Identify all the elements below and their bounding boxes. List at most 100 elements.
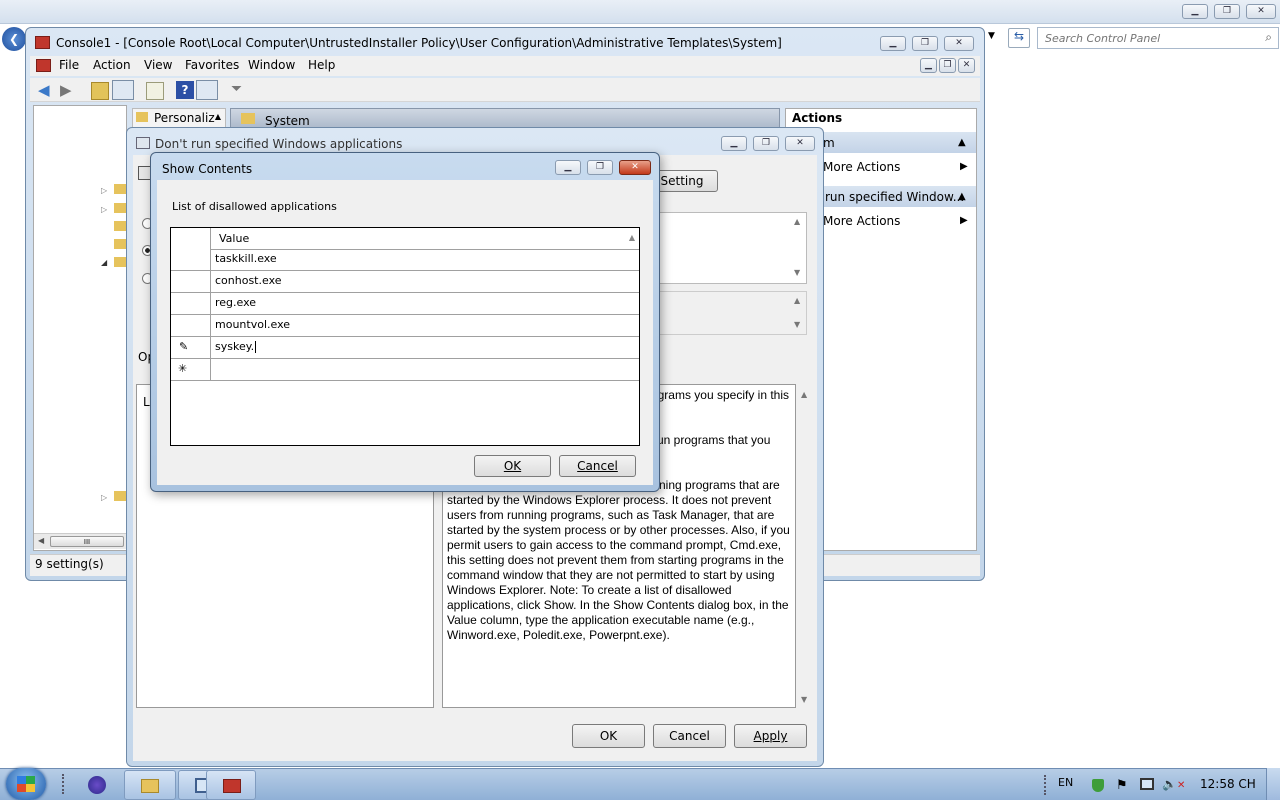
- volume-muted-icon[interactable]: 🔈✕: [1162, 777, 1185, 791]
- policy-cancel-button[interactable]: Cancel: [653, 724, 726, 748]
- policy-ok-button[interactable]: OK: [572, 724, 645, 748]
- table-row[interactable]: reg.exe: [171, 293, 639, 315]
- table-row-new[interactable]: ✳: [171, 359, 639, 381]
- grid-header-row: Value ▲: [171, 228, 639, 250]
- mute-x-icon: ✕: [1176, 780, 1186, 791]
- policy-minimize-button[interactable]: ▁: [721, 136, 747, 151]
- back-icon[interactable]: ◀: [38, 81, 56, 99]
- security-shield-icon[interactable]: [1092, 779, 1104, 792]
- mmc-minimize-button[interactable]: ▁: [880, 36, 906, 51]
- show-minimize-button[interactable]: ▁: [555, 160, 581, 175]
- collapse-icon-2[interactable]: ▲: [958, 191, 966, 202]
- show-restore-button[interactable]: ❐: [587, 160, 613, 175]
- value-cell-editing[interactable]: syskey.: [215, 340, 257, 353]
- show-hide-tree-icon[interactable]: [112, 80, 134, 100]
- mmc-restore-button[interactable]: ❐: [912, 36, 938, 51]
- row-header[interactable]: [171, 293, 211, 314]
- scroll-down-icon-2[interactable]: ▼: [794, 320, 800, 329]
- table-row[interactable]: conhost.exe: [171, 271, 639, 293]
- menu-file[interactable]: File: [59, 58, 79, 72]
- back-arrow-icon[interactable]: ❮: [2, 27, 26, 51]
- policy-restore-button[interactable]: ❐: [753, 136, 779, 151]
- menu-action[interactable]: Action: [93, 58, 131, 72]
- scroll-down-icon-1[interactable]: ▼: [794, 268, 800, 277]
- forward-icon[interactable]: ▶: [60, 81, 78, 99]
- address-dropdown-icon[interactable]: ▼: [988, 31, 995, 41]
- show-desktop-button[interactable]: [1266, 768, 1280, 800]
- scroll-up-icon-1[interactable]: ▲: [794, 217, 800, 226]
- policy-close-button[interactable]: ✕: [785, 136, 815, 151]
- firefox-icon[interactable]: [88, 776, 106, 794]
- tree-expander-3[interactable]: ◢: [101, 258, 107, 267]
- flag-icon[interactable]: ⚑: [1116, 778, 1128, 793]
- show-cancel-button[interactable]: Cancel: [559, 455, 636, 477]
- help-scroll-down-icon[interactable]: ▼: [801, 695, 807, 704]
- taskbar-grip-icon: [62, 774, 66, 794]
- help-line: Windows Explorer. Note: To create a list…: [447, 583, 732, 597]
- tree-expander-4[interactable]: ▷: [101, 493, 107, 502]
- menu-help[interactable]: Help: [308, 58, 335, 72]
- inner-restore-button[interactable]: ❐: [939, 58, 956, 73]
- bg-close-button[interactable]: ✕: [1246, 4, 1276, 19]
- center-header: System: [230, 108, 780, 128]
- menu-favorites[interactable]: Favorites: [185, 58, 239, 72]
- menu-view[interactable]: View: [144, 58, 172, 72]
- scroll-up-icon-2[interactable]: ▲: [794, 296, 800, 305]
- scroll-thumb[interactable]: III: [50, 536, 124, 547]
- refresh-icon[interactable]: ⇆: [1008, 28, 1030, 48]
- value-cell[interactable]: taskkill.exe: [215, 252, 277, 265]
- clock[interactable]: 12:58 CH: [1200, 777, 1256, 791]
- mmc-close-button[interactable]: ✕: [944, 36, 974, 51]
- value-column-header[interactable]: Value: [219, 232, 249, 245]
- scroll-left-icon[interactable]: ◀: [38, 536, 44, 545]
- row-header[interactable]: ✳: [171, 359, 211, 380]
- actions-header: Actions: [792, 111, 843, 125]
- inner-minimize-button[interactable]: ▁: [920, 58, 937, 73]
- network-icon[interactable]: [1140, 778, 1154, 790]
- table-row[interactable]: taskkill.exe: [171, 249, 639, 271]
- actions-more-2[interactable]: More Actions: [823, 214, 900, 228]
- row-header[interactable]: [171, 271, 211, 292]
- table-row-editing[interactable]: ✎ syskey.: [171, 337, 639, 359]
- help-icon[interactable]: ?: [176, 81, 194, 99]
- bg-restore-button[interactable]: ❐: [1214, 4, 1240, 19]
- table-row[interactable]: mountvol.exe: [171, 315, 639, 337]
- tree-hscrollbar[interactable]: ◀ III: [34, 533, 126, 549]
- inner-close-button[interactable]: ✕: [958, 58, 975, 73]
- show-ok-button[interactable]: OK: [474, 455, 551, 477]
- help-scroll-up-icon[interactable]: ▲: [801, 390, 807, 399]
- supported-box: [655, 291, 807, 335]
- actions-more-1[interactable]: More Actions: [823, 160, 900, 174]
- menu-window[interactable]: Window: [248, 58, 295, 72]
- show-close-button[interactable]: ✕: [619, 160, 651, 175]
- row-header[interactable]: ✎: [171, 337, 211, 358]
- show-hide-action-pane-icon[interactable]: [196, 80, 218, 100]
- search-input[interactable]: ⌕: [1037, 27, 1279, 49]
- help-line: this setting does not prevent them from …: [447, 553, 784, 567]
- value-cell[interactable]: conhost.exe: [215, 274, 282, 287]
- up-folder-icon[interactable]: [91, 82, 109, 100]
- row-header[interactable]: [171, 249, 211, 270]
- taskbar-mmc-button[interactable]: [206, 770, 256, 800]
- collapse-icon-1[interactable]: ▲: [958, 137, 966, 148]
- bg-minimize-button[interactable]: ▁: [1182, 4, 1208, 19]
- value-edit-text[interactable]: syskey.: [215, 340, 254, 353]
- policy-apply-button[interactable]: Apply: [734, 724, 807, 748]
- tree-expander-2[interactable]: ▷: [101, 205, 107, 214]
- taskbar-explorer-button[interactable]: [124, 770, 176, 800]
- export-list-icon[interactable]: [146, 82, 164, 100]
- search-icon[interactable]: ⌕: [1265, 30, 1272, 45]
- tree-folder-icon-6: [114, 491, 126, 501]
- tree-tab[interactable]: Personaliz ▲: [132, 108, 226, 128]
- tree-folder-icon-5: [114, 257, 126, 267]
- filter-icon[interactable]: ⏷: [231, 81, 249, 99]
- language-indicator[interactable]: EN: [1058, 776, 1073, 789]
- value-cell[interactable]: mountvol.exe: [215, 318, 290, 331]
- comment-box[interactable]: [655, 212, 807, 284]
- tree-expander-1[interactable]: ▷: [101, 186, 107, 195]
- value-cell[interactable]: reg.exe: [215, 296, 256, 309]
- search-field[interactable]: [1038, 28, 1248, 48]
- row-header[interactable]: [171, 315, 211, 336]
- values-grid: Value ▲ taskkill.exe conhost.exe reg.exe…: [170, 227, 640, 446]
- help-line: Value column, type the application execu…: [447, 613, 755, 627]
